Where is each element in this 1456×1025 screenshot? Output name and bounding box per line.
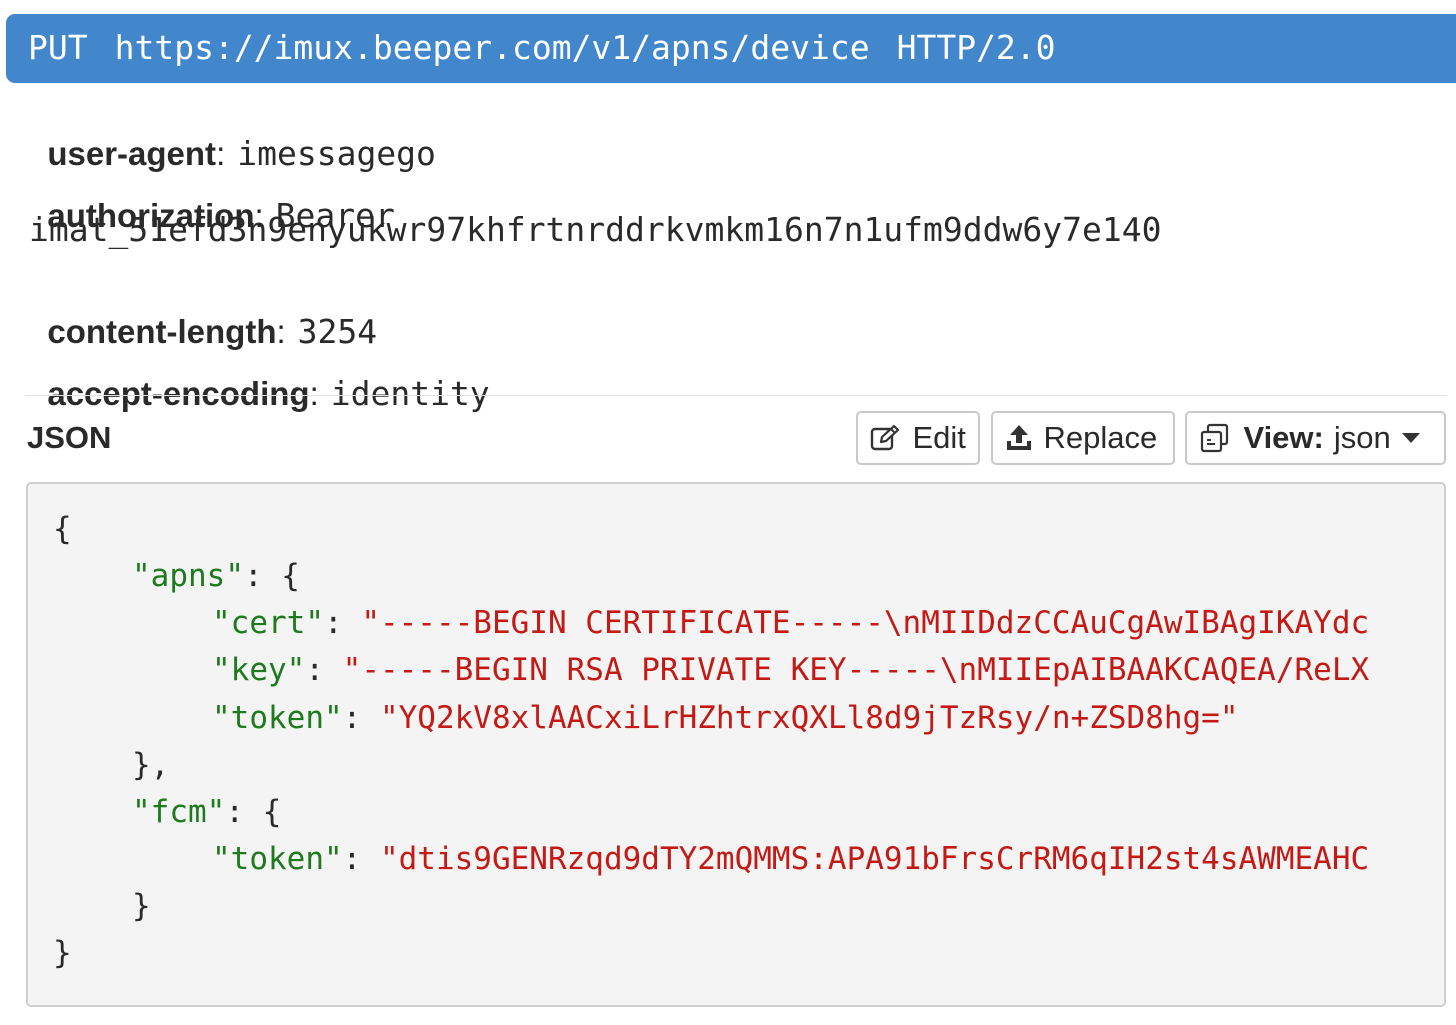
json-line: "key": "-----BEGIN RSA PRIVATE KEY-----\… bbox=[212, 652, 1369, 688]
header-authorization-token: imat_51efd3n9enyukwr97khfrtnrddrkvmkm16n… bbox=[29, 210, 1162, 249]
request-protocol: HTTP/2.0 bbox=[896, 28, 1056, 67]
replace-button[interactable]: Replace bbox=[991, 411, 1175, 465]
json-punct: : bbox=[305, 652, 343, 688]
json-punct: : { bbox=[225, 794, 282, 830]
header-colon: : bbox=[309, 375, 319, 412]
json-punct: : { bbox=[243, 558, 300, 594]
json-string: "-----BEGIN RSA PRIVATE KEY-----\nMIIEpA… bbox=[342, 652, 1370, 688]
replace-button-label: Replace bbox=[1043, 420, 1158, 455]
json-key: "token" bbox=[212, 700, 343, 736]
json-key: "key" bbox=[212, 652, 306, 688]
request-line: PUT https://imux.beeper.com/v1/apns/devic… bbox=[6, 14, 1456, 83]
json-brace: { bbox=[53, 511, 72, 547]
header-name: accept-encoding bbox=[47, 375, 310, 412]
json-body-viewer[interactable]: { "apns": { "cert": "-----BEGIN CERTIFIC… bbox=[26, 482, 1446, 1007]
json-brace: } bbox=[132, 888, 151, 924]
json-key: "token" bbox=[212, 841, 343, 877]
view-mode-label: View: bbox=[1243, 420, 1324, 455]
json-string: "dtis9GENRzqd9dTY2mQMMS:APA91bFrsCrRM6qI… bbox=[379, 841, 1370, 877]
json-key: "apns" bbox=[132, 558, 244, 594]
body-format-title: JSON bbox=[27, 420, 112, 455]
edit-button[interactable]: Edit bbox=[856, 411, 980, 465]
json-line: } bbox=[132, 888, 151, 924]
json-string: "-----BEGIN CERTIFICATE-----\nMIIDdzCCAu… bbox=[361, 605, 1370, 641]
json-line: "token": "dtis9GENRzqd9dTY2mQMMS:APA91bF… bbox=[212, 841, 1369, 877]
header-value: identity bbox=[330, 374, 490, 413]
request-method: PUT bbox=[28, 28, 88, 67]
header-accept-encoding: accept-encoding: identity bbox=[29, 336, 490, 413]
view-mode-select[interactable]: View: json bbox=[1185, 411, 1446, 465]
edit-button-label: Edit bbox=[912, 420, 966, 455]
json-line: } bbox=[53, 935, 72, 971]
json-line: }, bbox=[132, 747, 169, 783]
json-line: "fcm": { bbox=[132, 794, 281, 830]
view-mode-value: json bbox=[1333, 420, 1391, 455]
json-punct: }, bbox=[132, 747, 170, 783]
json-key: "fcm" bbox=[132, 794, 226, 830]
json-brace: } bbox=[53, 935, 72, 971]
json-punct: : bbox=[342, 841, 380, 877]
json-line: "token": "YQ2kV8xlAACxiLrHZhtrxQXLl8d9jT… bbox=[212, 700, 1239, 736]
json-key: "cert" bbox=[212, 605, 324, 641]
json-punct: : bbox=[342, 700, 380, 736]
json-line: { bbox=[53, 511, 72, 547]
json-line: "cert": "-----BEGIN CERTIFICATE-----\nMI… bbox=[212, 605, 1369, 641]
json-punct: : bbox=[323, 605, 362, 641]
json-line: "apns": { bbox=[132, 558, 300, 594]
request-url: https://imux.beeper.com/v1/apns/device bbox=[114, 28, 870, 67]
json-string: "YQ2kV8xlAACxiLrHZhtrxQXLl8d9jTzRsy/n+ZS… bbox=[379, 700, 1239, 736]
